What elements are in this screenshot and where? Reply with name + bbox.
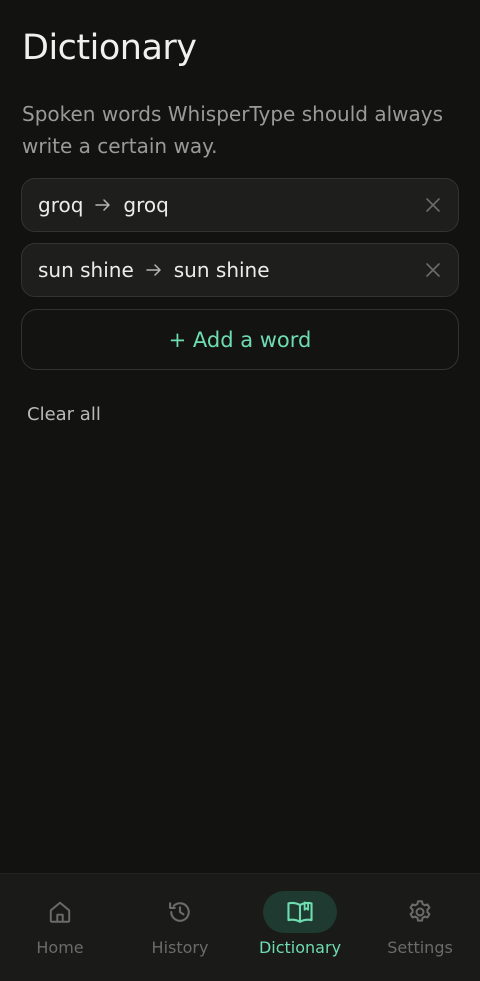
nav-icon-container: [23, 891, 97, 933]
dictionary-entries: groq groq sun shine sun shine: [21, 178, 459, 308]
bottom-navigation: Home History Dictionary Settings: [0, 873, 480, 981]
dictionary-entry[interactable]: groq groq: [21, 178, 459, 232]
nav-item-settings[interactable]: Settings: [360, 874, 480, 981]
page-subtitle: Spoken words WhisperType should always w…: [22, 102, 444, 158]
nav-icon-container: [143, 891, 217, 933]
book-icon: [287, 901, 313, 923]
nav-label: Home: [36, 938, 84, 957]
close-icon: [426, 263, 440, 277]
nav-label: Dictionary: [258, 938, 342, 957]
remove-entry-button[interactable]: [422, 194, 444, 216]
home-icon: [49, 901, 71, 923]
history-icon: [169, 902, 190, 922]
nav-item-dictionary[interactable]: Dictionary: [240, 874, 360, 981]
entry-spoken-word: sun shine: [38, 258, 134, 282]
nav-icon-container: [263, 891, 337, 933]
nav-label: History: [151, 938, 209, 957]
arrow-right-icon: [95, 199, 111, 211]
arrow-right-icon: [146, 264, 161, 276]
close-icon: [426, 198, 440, 212]
entry-written-word: sun shine: [173, 258, 270, 282]
add-word-button[interactable]: + Add a word: [21, 309, 459, 370]
dictionary-screen: Dictionary Spoken words WhisperType shou…: [0, 0, 480, 981]
remove-entry-button[interactable]: [422, 259, 444, 281]
dictionary-entry[interactable]: sun shine sun shine: [21, 243, 459, 297]
gear-icon: [409, 900, 431, 922]
nav-icon-container: [383, 891, 457, 933]
page-title: Dictionary: [22, 28, 197, 68]
entry-spoken-word: groq: [38, 193, 84, 217]
entry-written-word: groq: [123, 193, 169, 217]
nav-label: Settings: [387, 938, 453, 957]
nav-item-history[interactable]: History: [120, 874, 240, 981]
clear-all-button[interactable]: Clear all: [27, 402, 101, 428]
nav-item-home[interactable]: Home: [0, 874, 120, 981]
